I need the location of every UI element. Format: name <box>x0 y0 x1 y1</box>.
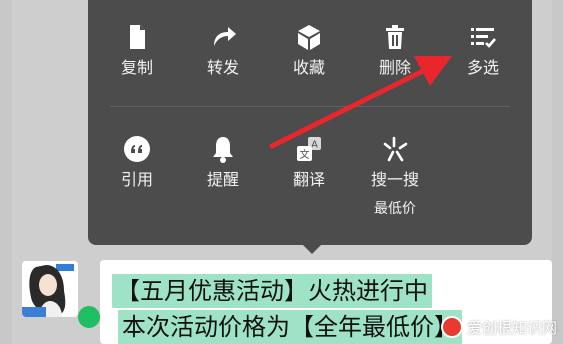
selection-handle[interactable] <box>78 306 100 328</box>
menu-divider <box>110 106 510 107</box>
menu-item-label: 多选 <box>466 58 499 77</box>
menu-pointer <box>301 243 323 254</box>
chat-screen: 复制 转发 收藏 删除 多选 引用 提醒 A 文 翻译 搜一搜 最低价 【五月优… <box>0 0 563 344</box>
forward-arrow-icon <box>214 27 236 46</box>
watermark: 爱创根知识网 <box>440 316 557 338</box>
sparkle-icon <box>383 136 408 162</box>
menu-item-label: 引用 <box>120 170 153 189</box>
menu-item-remind[interactable]: 提醒 <box>183 134 263 190</box>
menu-item-label: 收藏 <box>292 58 325 77</box>
avatar[interactable] <box>22 261 78 317</box>
watermark-logo-icon <box>440 316 463 338</box>
menu-item-multiselect[interactable]: 多选 <box>443 22 523 78</box>
menu-item-label: 转发 <box>206 58 239 77</box>
menu-item-favorite[interactable]: 收藏 <box>269 22 349 78</box>
svg-text:文: 文 <box>300 148 310 161</box>
avatar-illustration <box>22 261 78 317</box>
menu-item-label: 搜一搜 <box>370 170 419 189</box>
bell-icon <box>213 137 233 163</box>
svg-text:A: A <box>311 140 318 151</box>
menu-item-forward[interactable]: 转发 <box>183 22 263 78</box>
menu-item-copy[interactable]: 复制 <box>97 22 177 78</box>
translate-icon: A 文 <box>297 137 321 161</box>
menu-item-quote[interactable]: 引用 <box>97 134 177 190</box>
menu-item-label: 提醒 <box>206 170 239 189</box>
menu-item-sublabel: 最低价 <box>374 201 416 217</box>
menu-item-label: 复制 <box>120 58 153 77</box>
cube-icon <box>298 25 320 50</box>
menu-item-label: 删除 <box>378 58 411 77</box>
message-text-line[interactable]: 本次活动价格为【全年最低价】 <box>118 310 462 344</box>
trash-icon <box>386 25 404 49</box>
menu-item-delete[interactable]: 删除 <box>355 22 435 78</box>
document-icon <box>130 25 145 49</box>
menu-item-translate[interactable]: A 文 翻译 <box>269 134 349 190</box>
menu-item-label: 翻译 <box>292 170 325 189</box>
watermark-text: 爱创根知识网 <box>466 318 557 337</box>
quote-icon <box>124 136 150 162</box>
checklist-icon <box>471 28 496 48</box>
menu-item-search[interactable]: 搜一搜 最低价 <box>355 134 435 218</box>
message-text-line[interactable]: 【五月优惠活动】火热进行中 <box>112 274 432 308</box>
